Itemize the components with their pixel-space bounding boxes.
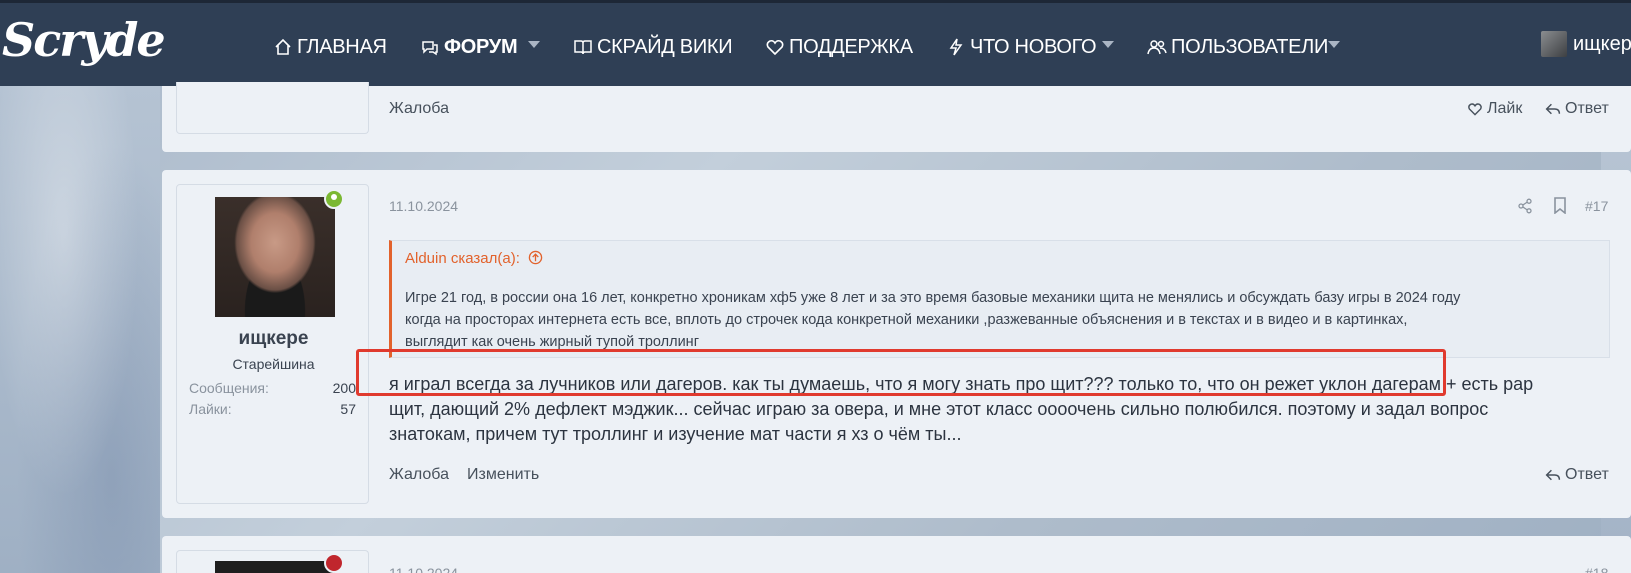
quote-text: Игре 21 год, в россии она 16 лет, конкре… bbox=[405, 287, 1600, 353]
nav-label-wiki: СКРАЙД ВИКИ bbox=[597, 35, 733, 58]
whats-new-dropdown-icon[interactable] bbox=[1102, 41, 1114, 48]
like-label: Лайк bbox=[1487, 100, 1523, 117]
messages-label: Сообщения: bbox=[189, 380, 269, 396]
users-icon bbox=[1147, 40, 1167, 55]
next-author-avatar[interactable] bbox=[215, 561, 335, 573]
nav-item-wiki[interactable]: СКРАЙД ВИКИ bbox=[573, 33, 733, 61]
avatar bbox=[1541, 31, 1567, 57]
nav-label-whats-new: ЧТО НОВОГО bbox=[970, 35, 1097, 58]
author-name[interactable]: ищкере bbox=[177, 328, 370, 350]
nav-item-forum[interactable]: ФОРУМ bbox=[420, 33, 518, 61]
author-title: Старейшина bbox=[232, 356, 315, 372]
messages-value: 200 bbox=[332, 380, 356, 396]
bolt-icon bbox=[949, 38, 963, 56]
next-post: 11.10.2024 #18 bbox=[162, 536, 1631, 573]
nav-label-forum: ФОРУМ bbox=[444, 35, 518, 58]
previous-post-userblock bbox=[176, 82, 369, 134]
users-dropdown-icon[interactable] bbox=[1328, 41, 1340, 48]
message-line: знатокам, причем тут троллинг и изучение… bbox=[389, 424, 962, 444]
post-date[interactable]: 11.10.2024 bbox=[389, 198, 458, 214]
quote-attribution[interactable]: Alduin сказал(а): bbox=[405, 250, 543, 267]
next-post-userblock bbox=[176, 550, 369, 573]
message-line: щит, дающий 2% дефлект мэджик... сейчас … bbox=[389, 399, 1489, 419]
status-icon bbox=[324, 553, 344, 573]
bookmark-icon[interactable] bbox=[1553, 197, 1567, 214]
previous-post: Жалоба Лайк Ответ bbox=[162, 82, 1631, 152]
nav-label-home: ГЛАВНАЯ bbox=[297, 35, 387, 58]
top-navbar: Scryde ГЛАВНАЯ ФОРУМ СКРАЙД ВИКИ ПОДДЕРЖ… bbox=[0, 0, 1631, 86]
account-username: ищкере bbox=[1573, 32, 1631, 55]
post-userblock: ищкере Старейшина Сообщения: 200 Лайки: … bbox=[176, 184, 369, 504]
nav-item-home[interactable]: ГЛАВНАЯ bbox=[273, 33, 387, 61]
heart-icon bbox=[766, 39, 784, 56]
nav-item-users[interactable]: ПОЛЬЗОВАТЕЛИ bbox=[1147, 33, 1328, 61]
home-icon bbox=[275, 38, 291, 55]
nav-item-support[interactable]: ПОДДЕРЖКА bbox=[765, 33, 913, 61]
chat-icon bbox=[422, 41, 438, 56]
quote-block: Alduin сказал(а): Игре 21 год, в россии … bbox=[389, 240, 1610, 358]
nav-label-support: ПОДДЕРЖКА bbox=[789, 35, 913, 58]
quote-author: Alduin сказал(а): bbox=[405, 250, 520, 267]
account-menu[interactable]: ищкере bbox=[1541, 31, 1631, 57]
post-number[interactable]: #18 bbox=[1585, 565, 1608, 573]
forum-dropdown-icon[interactable] bbox=[528, 41, 540, 48]
background-art-left bbox=[0, 86, 160, 573]
like-button[interactable]: Лайк bbox=[1467, 100, 1522, 118]
nav-label-users: ПОЛЬЗОВАТЕЛИ bbox=[1171, 35, 1329, 58]
share-icon[interactable] bbox=[1517, 198, 1533, 214]
online-status-icon bbox=[324, 189, 344, 209]
reply-icon bbox=[1545, 469, 1561, 481]
site-logo[interactable]: Scryde bbox=[2, 13, 166, 73]
like-heart-icon bbox=[1468, 103, 1482, 116]
edit-link[interactable]: Изменить bbox=[467, 466, 539, 484]
quote-line: когда на просторах интернета есть все, в… bbox=[405, 312, 1408, 328]
report-link[interactable]: Жалоба bbox=[389, 100, 449, 118]
jump-to-quote-icon[interactable] bbox=[528, 250, 543, 265]
reply-button[interactable]: Ответ bbox=[1545, 466, 1609, 484]
highlight-annotation bbox=[356, 349, 1446, 396]
reply-label: Ответ bbox=[1565, 466, 1609, 483]
book-icon bbox=[574, 40, 592, 55]
nav-item-whats-new[interactable]: ЧТО НОВОГО bbox=[946, 33, 1097, 61]
reply-label: Ответ bbox=[1565, 100, 1609, 117]
post-date[interactable]: 11.10.2024 bbox=[389, 565, 458, 573]
post-number[interactable]: #17 bbox=[1585, 198, 1608, 214]
reply-icon bbox=[1545, 103, 1561, 115]
likes-label: Лайки: bbox=[189, 401, 232, 417]
author-avatar[interactable] bbox=[215, 197, 335, 317]
likes-value: 57 bbox=[340, 401, 356, 417]
quote-line: Игре 21 год, в россии она 16 лет, конкре… bbox=[405, 290, 1461, 306]
report-link[interactable]: Жалоба bbox=[389, 466, 449, 484]
reply-button[interactable]: Ответ bbox=[1545, 100, 1609, 118]
